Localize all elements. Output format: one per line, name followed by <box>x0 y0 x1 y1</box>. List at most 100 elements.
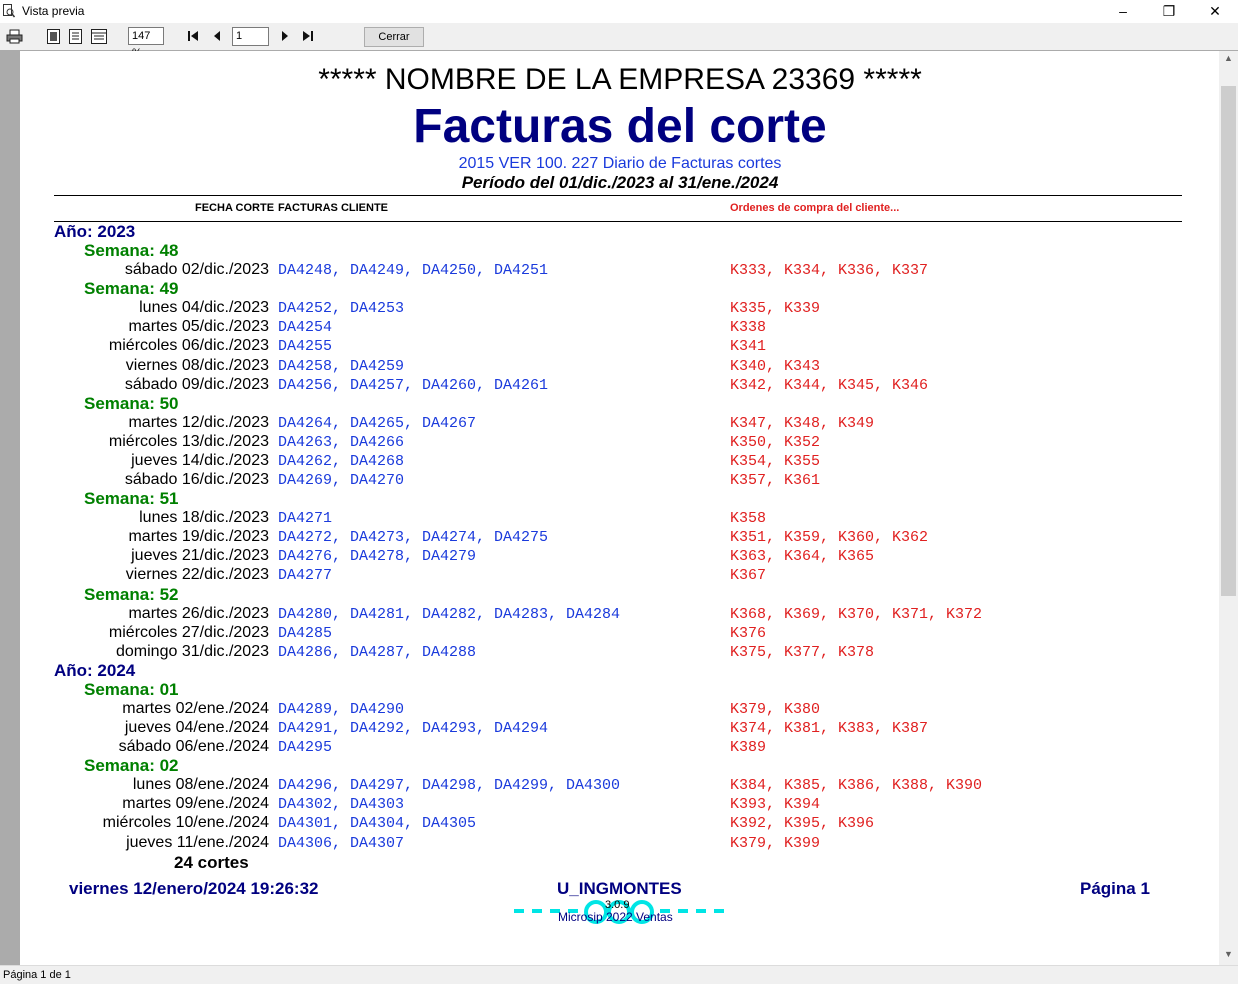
purchase-order-list: K347, K348, K349 <box>730 414 875 432</box>
last-page-button[interactable] <box>300 27 316 45</box>
purchase-order-list: K379, K399 <box>730 834 821 852</box>
week-row: Semana: 48 <box>20 241 1219 261</box>
invoice-list: DA4289, DA4290 <box>278 701 405 718</box>
cut-date: domingo 31/dic./2023 <box>116 642 269 660</box>
purchase-order-list: K342, K344, K345, K346 <box>730 376 929 394</box>
cut-date: lunes 04/dic./2023 <box>139 299 269 317</box>
toolbar: 147 % 1 Cerrar <box>0 23 1238 59</box>
column-header-ordenes: Ordenes de compra del cliente... <box>730 202 900 214</box>
page-number-input[interactable]: 1 <box>232 27 269 46</box>
invoice-list: DA4295 <box>278 739 333 757</box>
cut-date: martes 12/dic./2023 <box>128 413 269 431</box>
table-row: sábado 16/dic./2023 DA4269, DA4270 K357, K… <box>20 471 1219 490</box>
purchase-order-list: K384, K385, K386, K388, K390 <box>730 777 983 795</box>
invoice-list: DA4276, DA4278, DA4279 <box>278 548 477 566</box>
invoice-list: DA4254 <box>278 319 333 337</box>
year-row: Año: 2024 <box>20 660 1219 681</box>
purchase-order-list: K351, K359, K360, K362 <box>730 529 929 547</box>
invoice-list: DA4301, DA4304, DA4305 <box>278 815 477 833</box>
minimize-button[interactable]: – <box>1100 0 1146 23</box>
week-row: Semana: 50 <box>20 393 1219 414</box>
invoice-list: DA4271 <box>278 510 333 528</box>
cut-date: martes 09/ene./2024 <box>122 795 269 813</box>
cut-date: lunes 18/dic./2023 <box>139 509 269 527</box>
purchase-order-list: K379, K380 <box>730 701 821 718</box>
purchase-order-list: K335, K339 <box>730 300 821 318</box>
total-row: 24 cortes <box>20 853 1219 872</box>
multi-page-view-button[interactable] <box>89 27 109 45</box>
table-row: martes 09/ene./2024 DA4302, DA4303 K393, K… <box>20 795 1219 814</box>
purchase-order-list: K363, K364, K365 <box>730 548 875 566</box>
cut-date: miércoles 13/dic./2023 <box>108 432 269 450</box>
week-label: Semana: 02 <box>84 756 179 776</box>
purchase-order-list: K341 <box>730 338 767 356</box>
footer-datetime: viernes 12/enero/2024 19:26:32 <box>69 879 319 898</box>
cut-date: sábado 09/dic./2023 <box>124 375 269 393</box>
header-divider-bottom <box>54 221 1182 222</box>
table-row: martes 26/dic./2023 DA4280, DA4281, DA428… <box>20 605 1219 624</box>
next-page-button[interactable] <box>277 27 293 45</box>
purchase-order-list: K354, K355 <box>730 452 821 470</box>
single-page-view-button[interactable] <box>44 27 62 45</box>
purchase-order-list: K357, K361 <box>730 472 821 490</box>
cut-date: miércoles 27/dic./2023 <box>108 623 269 641</box>
zoom-field[interactable]: 147 % <box>128 27 164 59</box>
multi-page-icon <box>91 28 107 44</box>
print-button[interactable] <box>4 27 24 45</box>
week-label: Semana: 50 <box>84 393 179 413</box>
week-row: Semana: 51 <box>20 489 1219 509</box>
table-row: lunes 18/dic./2023 DA4271 K358 <box>20 509 1219 528</box>
two-page-icon <box>68 28 82 44</box>
purchase-order-list: K389 <box>730 739 767 757</box>
cut-date: miércoles 06/dic./2023 <box>108 337 269 355</box>
title-bar: Vista previa – ❐ ✕ <box>0 0 1238 23</box>
invoice-list: DA4272, DA4273, DA4274, DA4275 <box>278 529 549 547</box>
cut-date: sábado 16/dic./2023 <box>124 471 269 489</box>
table-row: lunes 04/dic./2023 DA4252, DA4253 K335, K3… <box>20 299 1219 318</box>
table-row: lunes 08/ene./2024 DA4296, DA4297, DA4298… <box>20 776 1219 795</box>
invoice-list: DA4286, DA4287, DA4288 <box>278 643 477 661</box>
invoice-list: DA4280, DA4281, DA4282, DA4283, DA4284 <box>278 605 621 623</box>
invoice-list: DA4277 <box>278 567 333 585</box>
year-label: Año: 2024 <box>54 660 136 680</box>
table-row: miércoles 10/ene./2024 DA4301, DA4304, DA… <box>20 814 1219 833</box>
week-label: Semana: 49 <box>84 279 179 299</box>
printer-icon <box>6 29 22 43</box>
purchase-order-list: K338 <box>730 319 767 337</box>
table-row: miércoles 27/dic./2023 DA4285 K376 <box>20 624 1219 643</box>
invoice-list: DA4248, DA4249, DA4250, DA4251 <box>278 262 549 280</box>
table-row: miércoles 13/dic./2023 DA4263, DA4266 K350… <box>20 433 1219 452</box>
table-row: jueves 14/dic./2023 DA4262, DA4268 K354, K… <box>20 452 1219 471</box>
window-title: Vista previa <box>22 4 85 18</box>
single-page-icon <box>46 28 60 44</box>
two-page-view-button[interactable] <box>66 27 84 45</box>
report-page: ***** NOMBRE DE LA EMPRESA 23369 ***** F… <box>20 51 1219 965</box>
prev-page-button[interactable] <box>209 27 225 45</box>
scroll-down-icon[interactable]: ▼ <box>1219 949 1238 959</box>
first-page-button[interactable] <box>185 27 201 45</box>
cut-date: jueves 04/ene./2024 <box>124 719 269 737</box>
table-row: martes 02/ene./2024 DA4289, DA4290 K379, K… <box>20 700 1219 719</box>
column-header-facturas: FACTURAS CLIENTE <box>278 202 388 214</box>
table-row: martes 12/dic./2023 DA4264, DA4265, DA426… <box>20 414 1219 433</box>
table-row: sábado 02/dic./2023 DA4248, DA4249, DA425… <box>20 261 1219 280</box>
total-count: 24 cortes <box>174 852 249 872</box>
cut-date: viernes 22/dic./2023 <box>125 566 269 584</box>
week-label: Semana: 01 <box>84 679 179 699</box>
purchase-order-list: K392, K395, K396 <box>730 815 875 833</box>
document-preview-icon <box>3 4 15 18</box>
scroll-thumb[interactable] <box>1221 86 1236 596</box>
last-page-icon <box>303 31 313 41</box>
status-page-text: Página 1 de 1 <box>3 969 71 981</box>
vertical-scrollbar[interactable]: ▲ ▼ <box>1219 51 1238 965</box>
purchase-order-list: K368, K369, K370, K371, K372 <box>730 605 983 623</box>
table-row: miércoles 06/dic./2023 DA4255 K341 <box>20 337 1219 356</box>
cerrar-button[interactable]: Cerrar <box>364 27 424 47</box>
close-window-button[interactable]: ✕ <box>1192 0 1238 23</box>
footer-product: Microsip 2022 Ventas <box>558 910 673 924</box>
invoice-list: DA4252, DA4253 <box>278 300 405 318</box>
restore-button[interactable]: ❐ <box>1146 0 1192 23</box>
year-label: Año: 2023 <box>54 222 136 241</box>
cut-date: jueves 14/dic./2023 <box>131 451 269 469</box>
scroll-up-icon[interactable]: ▲ <box>1219 53 1238 63</box>
